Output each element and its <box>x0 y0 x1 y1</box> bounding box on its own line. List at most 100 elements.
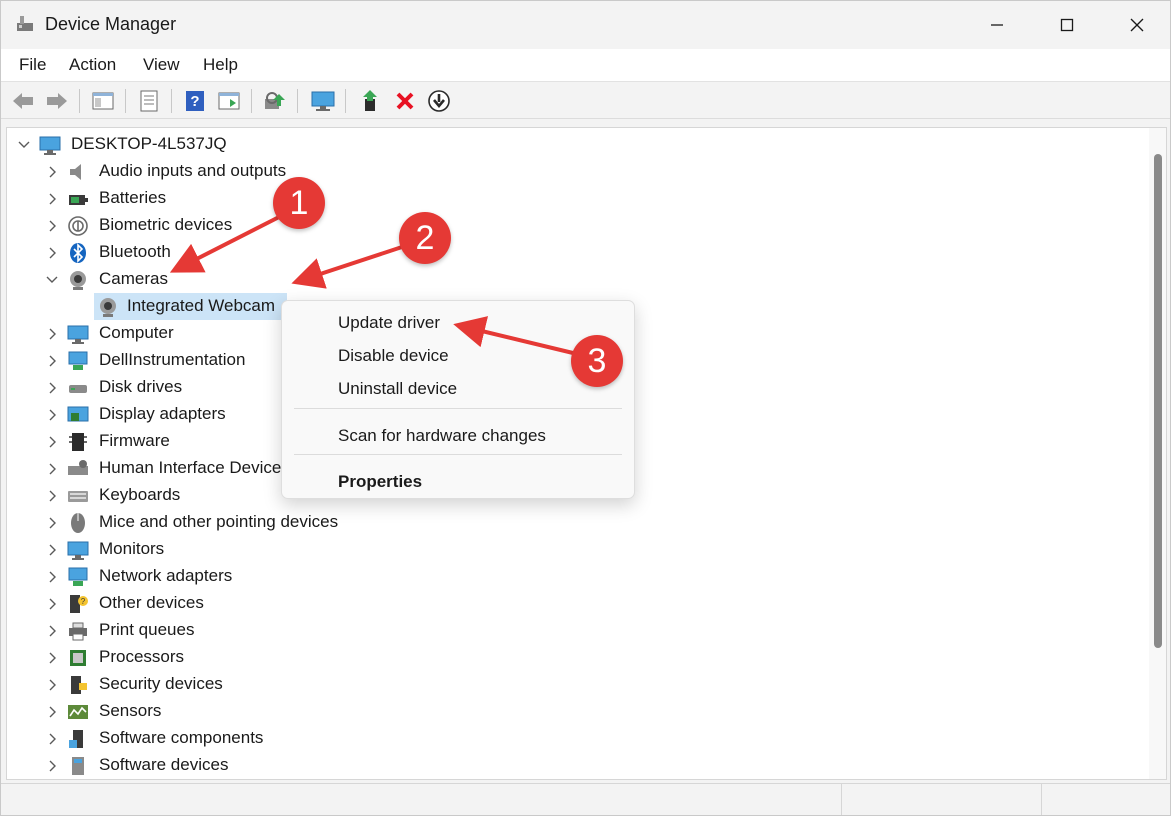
tree-node-label: Network adapters <box>99 566 233 585</box>
menu-action[interactable]: Action <box>67 55 118 75</box>
help-toolbar-button[interactable]: ? <box>181 87 209 115</box>
tree-node-label: Print queues <box>99 620 195 639</box>
chevron-right-icon[interactable] <box>45 678 59 692</box>
close-button[interactable] <box>1102 1 1170 49</box>
webcam-icon <box>70 271 86 290</box>
tree-node-label: DellInstrumentation <box>99 350 246 369</box>
tree-node-software-devices[interactable]: Software devices <box>7 752 1147 779</box>
chevron-right-icon[interactable] <box>45 327 59 341</box>
context-properties[interactable]: Properties <box>338 472 422 492</box>
tree-node-network-adapters[interactable]: Network adapters <box>7 563 1147 590</box>
computer-toolbar-button[interactable] <box>309 87 337 115</box>
tree-node-sensors[interactable]: Sensors <box>7 698 1147 725</box>
help-icon: ? <box>186 91 204 111</box>
computer-icon <box>39 136 61 155</box>
chevron-right-icon[interactable] <box>45 543 59 557</box>
red-x-icon <box>396 92 414 110</box>
tree-node-batteries[interactable]: Batteries <box>7 185 1147 212</box>
minimize-button[interactable] <box>962 1 1032 49</box>
chevron-down-icon[interactable] <box>17 138 31 152</box>
chevron-right-icon[interactable] <box>45 462 59 476</box>
status-bar-divider <box>1041 784 1042 815</box>
tree-node-cameras[interactable]: Cameras <box>7 266 1147 293</box>
window-title: Device Manager <box>45 14 177 34</box>
monitor-icon <box>311 91 335 111</box>
tree-node-audio-inputs-and-outputs[interactable]: Audio inputs and outputs <box>7 158 1147 185</box>
chevron-right-icon[interactable] <box>45 435 59 449</box>
chevron-right-icon[interactable] <box>45 165 59 179</box>
context-scan-hardware[interactable]: Scan for hardware changes <box>338 426 546 446</box>
tree-node-bluetooth[interactable]: Bluetooth <box>7 239 1147 266</box>
properties-toolbar-button[interactable] <box>135 87 163 115</box>
chevron-right-icon[interactable] <box>45 624 59 638</box>
other-icon: ? <box>70 595 88 613</box>
uninstall-device-toolbar-button[interactable] <box>391 87 419 115</box>
fingerprint-icon <box>68 216 88 236</box>
tree-node-label: Audio inputs and outputs <box>99 161 287 180</box>
tree-node-mice-and-other-pointing-devices[interactable]: Mice and other pointing devices <box>7 509 1147 536</box>
svg-text:?: ? <box>190 93 199 110</box>
back-button[interactable] <box>9 87 37 115</box>
annotation-badge-1: 1 <box>273 177 325 229</box>
tree-node-label: Monitors <box>99 539 165 558</box>
device-manager-window: Device Manager File Action View Help ? D… <box>0 0 1171 816</box>
update-driver-icon <box>363 90 377 111</box>
disk-icon <box>69 385 87 393</box>
maximize-button[interactable] <box>1032 1 1102 49</box>
mouse-icon <box>71 513 85 533</box>
chevron-right-icon[interactable] <box>45 246 59 260</box>
menu-view[interactable]: View <box>141 55 182 75</box>
network-icon <box>68 351 88 370</box>
tree-node-label: Keyboards <box>99 485 181 504</box>
computer-icon <box>67 541 89 560</box>
chevron-right-icon[interactable] <box>45 732 59 746</box>
show-hide-console-tree-button[interactable] <box>89 87 117 115</box>
chevron-right-icon[interactable] <box>45 759 59 773</box>
tree-node-processors[interactable]: Processors <box>7 644 1147 671</box>
scrollbar-thumb[interactable] <box>1154 154 1162 648</box>
chevron-right-icon[interactable] <box>45 354 59 368</box>
toolbar: ? <box>1 83 1170 119</box>
chevron-right-icon[interactable] <box>45 192 59 206</box>
hid-icon <box>68 460 88 475</box>
chevron-right-icon[interactable] <box>45 219 59 233</box>
tree-node-software-components[interactable]: Software components <box>7 725 1147 752</box>
chevron-right-icon[interactable] <box>45 381 59 395</box>
tree-node-label: Computer <box>99 323 174 342</box>
chevron-down-icon[interactable] <box>45 273 59 287</box>
tree-root-node[interactable]: DESKTOP-4L537JQ <box>7 131 1147 158</box>
update-driver-toolbar-button[interactable] <box>357 87 385 115</box>
toolbar-separator <box>251 89 252 113</box>
context-disable-device[interactable]: Disable device <box>338 346 449 366</box>
forward-button[interactable] <box>43 87 71 115</box>
scan-hardware-button[interactable] <box>261 87 289 115</box>
menu-file[interactable]: File <box>17 55 48 75</box>
chevron-right-icon[interactable] <box>45 408 59 422</box>
chevron-right-icon[interactable] <box>45 516 59 530</box>
context-update-driver[interactable]: Update driver <box>338 313 440 333</box>
action-pane-button[interactable] <box>215 87 243 115</box>
chevron-right-icon[interactable] <box>45 570 59 584</box>
chevron-right-icon[interactable] <box>45 651 59 665</box>
vertical-scrollbar[interactable] <box>1149 128 1166 779</box>
disable-device-icon <box>428 90 450 112</box>
chevron-right-icon[interactable] <box>45 489 59 503</box>
annotation-badge-2: 2 <box>399 212 451 264</box>
console-tree-icon <box>92 92 114 110</box>
back-arrow-icon <box>13 93 33 109</box>
menu-help[interactable]: Help <box>201 55 240 75</box>
tree-node-print-queues[interactable]: Print queues <box>7 617 1147 644</box>
tree-node-monitors[interactable]: Monitors <box>7 536 1147 563</box>
tree-node-other-devices[interactable]: ? Other devices <box>7 590 1147 617</box>
context-uninstall-device[interactable]: Uninstall device <box>338 379 457 399</box>
tree-node-label: Other devices <box>99 593 204 612</box>
chevron-right-icon[interactable] <box>45 597 59 611</box>
tree-node-label: Security devices <box>99 674 223 693</box>
disable-device-toolbar-button[interactable] <box>425 87 453 115</box>
webcam-icon <box>100 298 116 317</box>
chevron-right-icon[interactable] <box>45 705 59 719</box>
tree-node-biometric-devices[interactable]: Biometric devices <box>7 212 1147 239</box>
sensor-icon <box>68 705 88 719</box>
tree-node-security-devices[interactable]: Security devices <box>7 671 1147 698</box>
tree-node-label: Firmware <box>99 431 170 450</box>
